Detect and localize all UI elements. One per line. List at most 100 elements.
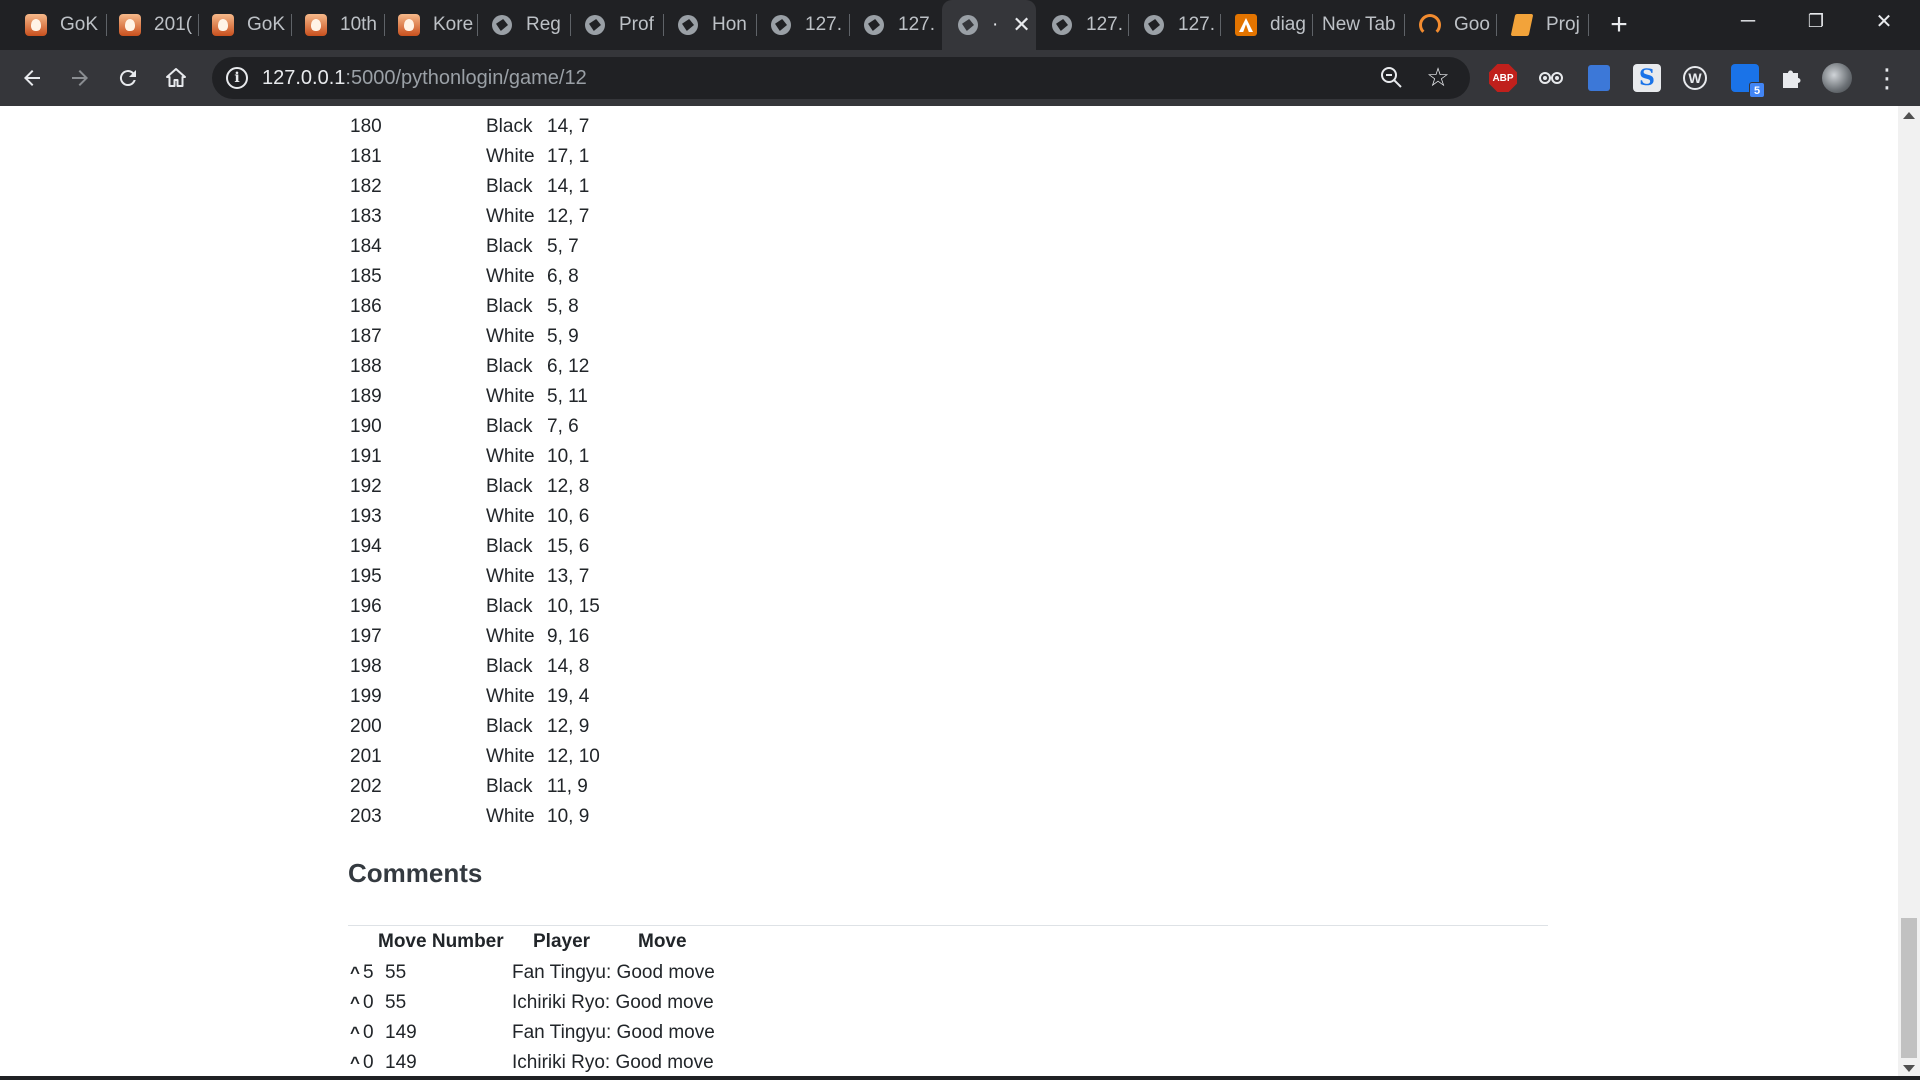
move-coordinates: 17, 1 xyxy=(547,146,590,167)
browser-tab[interactable]: New Tab xyxy=(1312,0,1404,50)
browser-tab[interactable]: Goo xyxy=(1404,0,1496,50)
tab-counter-extension-icon[interactable]: 5 xyxy=(1731,64,1765,98)
w-extension-icon[interactable]: W xyxy=(1683,66,1707,90)
browser-tab[interactable]: 201( xyxy=(104,0,196,50)
browser-tab[interactable]: Prof xyxy=(569,0,661,50)
move-number: 191 xyxy=(350,446,382,467)
move-number: 183 xyxy=(350,206,382,227)
move-color: White xyxy=(486,326,535,347)
browser-tab-active[interactable]: · ✕ xyxy=(942,0,1036,50)
scrollbar-thumb[interactable] xyxy=(1901,918,1917,1058)
profile-avatar[interactable] xyxy=(1822,63,1852,93)
move-color: Black xyxy=(486,776,533,797)
browser-tab[interactable]: GoK xyxy=(197,0,289,50)
upvote-caret-icon[interactable]: ^ xyxy=(350,988,360,1018)
forward-icon[interactable] xyxy=(64,62,96,94)
move-color: Black xyxy=(486,116,533,137)
move-number: 198 xyxy=(350,656,382,677)
move-coordinates: 12, 10 xyxy=(547,746,600,767)
kebab-menu-icon[interactable]: ⋮ xyxy=(1874,62,1900,94)
move-color: White xyxy=(486,506,535,527)
window-bottom-edge xyxy=(0,1076,1920,1080)
move-color: Black xyxy=(486,236,533,257)
tab-title: 127. xyxy=(1178,14,1215,35)
address-bar[interactable]: i 127.0.0.1:5000/pythonlogin/game/12 ☆ xyxy=(212,57,1470,99)
browser-tab[interactable]: Hon xyxy=(662,0,754,50)
new-tab-button[interactable]: + xyxy=(1604,8,1634,42)
browser-tab[interactable]: Kore xyxy=(383,0,475,50)
comment-move-number: 149 xyxy=(385,1052,417,1073)
upvote-caret-icon[interactable]: ^ xyxy=(350,1048,360,1078)
comment-move-number: 55 xyxy=(385,962,407,983)
browser-tab[interactable]: Reg xyxy=(476,0,568,50)
close-tab-icon[interactable]: ✕ xyxy=(1012,12,1030,38)
move-coordinates: 15, 6 xyxy=(547,536,590,557)
url-text[interactable]: 127.0.0.1:5000/pythonlogin/game/12 xyxy=(262,67,587,90)
scroll-up-arrow-icon[interactable] xyxy=(1903,112,1915,119)
owl-extension-icon[interactable] xyxy=(1537,64,1565,92)
browser-tab[interactable]: 127. xyxy=(755,0,847,50)
move-coordinates: 12, 9 xyxy=(547,716,590,737)
scroll-down-arrow-icon[interactable] xyxy=(1903,1065,1915,1072)
move-coordinates: 12, 8 xyxy=(547,476,590,497)
reader-extension-icon[interactable] xyxy=(1585,64,1613,92)
move-color: White xyxy=(486,266,535,287)
move-color: White xyxy=(486,746,535,767)
browser-tab[interactable]: 127. xyxy=(848,0,940,50)
browser-tab[interactable]: Proj xyxy=(1496,0,1588,50)
browser-tab[interactable]: 10th xyxy=(290,0,382,50)
move-coordinates: 14, 7 xyxy=(547,116,590,137)
column-header-move-number: Move Number xyxy=(378,931,504,952)
browser-tab[interactable]: 127. xyxy=(1128,0,1220,50)
zoom-icon[interactable] xyxy=(1378,64,1406,92)
move-coordinates: 10, 6 xyxy=(547,506,590,527)
s-extension-icon[interactable]: S xyxy=(1633,64,1661,92)
site-info-icon[interactable]: i xyxy=(226,67,248,89)
back-icon[interactable] xyxy=(16,62,48,94)
move-number: 200 xyxy=(350,716,382,737)
browser-tab[interactable]: 127. xyxy=(1036,0,1128,50)
globe-icon xyxy=(1050,13,1074,37)
move-coordinates: 13, 7 xyxy=(547,566,590,587)
move-coordinates: 10, 1 xyxy=(547,446,590,467)
browser-tab[interactable]: diag xyxy=(1220,0,1312,50)
restore-button[interactable]: ❐ xyxy=(1786,0,1846,42)
comment-votes: 0 xyxy=(363,1022,374,1043)
tab-title: Hon xyxy=(712,14,747,35)
reload-icon[interactable] xyxy=(112,62,144,94)
move-color: White xyxy=(486,626,535,647)
globe-icon xyxy=(583,13,607,37)
globe-icon xyxy=(862,13,886,37)
globe-icon xyxy=(490,13,514,37)
move-number: 184 xyxy=(350,236,382,257)
tab-title: Kore xyxy=(433,14,474,35)
move-coordinates: 5, 7 xyxy=(547,236,579,257)
home-icon[interactable] xyxy=(160,62,192,94)
bird-favicon-icon xyxy=(397,13,421,37)
page-scrollbar[interactable] xyxy=(1898,106,1920,1078)
move-number: 189 xyxy=(350,386,382,407)
move-number: 187 xyxy=(350,326,382,347)
tab-title: GoK xyxy=(60,14,99,35)
move-number: 199 xyxy=(350,686,382,707)
loading-icon xyxy=(1418,13,1442,37)
upvote-caret-icon[interactable]: ^ xyxy=(350,1018,360,1048)
globe-icon xyxy=(676,13,700,37)
move-number: 186 xyxy=(350,296,382,317)
bookmark-star-icon[interactable]: ☆ xyxy=(1424,63,1452,91)
globe-icon xyxy=(769,13,793,37)
window-close-button[interactable]: ✕ xyxy=(1854,0,1914,42)
adblock-extension-icon[interactable]: ABP xyxy=(1489,64,1517,92)
move-number: 195 xyxy=(350,566,382,587)
column-header-move: Move xyxy=(638,931,687,952)
move-color: White xyxy=(486,686,535,707)
move-coordinates: 10, 9 xyxy=(547,806,590,827)
upvote-caret-icon[interactable]: ^ xyxy=(350,958,360,988)
move-number: 182 xyxy=(350,176,382,197)
minimize-button[interactable]: ─ xyxy=(1718,0,1778,42)
move-number: 203 xyxy=(350,806,382,827)
bird-favicon-icon xyxy=(118,13,142,37)
browser-tab[interactable]: GoK xyxy=(10,0,102,50)
comment-votes: 5 xyxy=(363,962,374,983)
extensions-puzzle-icon[interactable] xyxy=(1777,64,1805,92)
